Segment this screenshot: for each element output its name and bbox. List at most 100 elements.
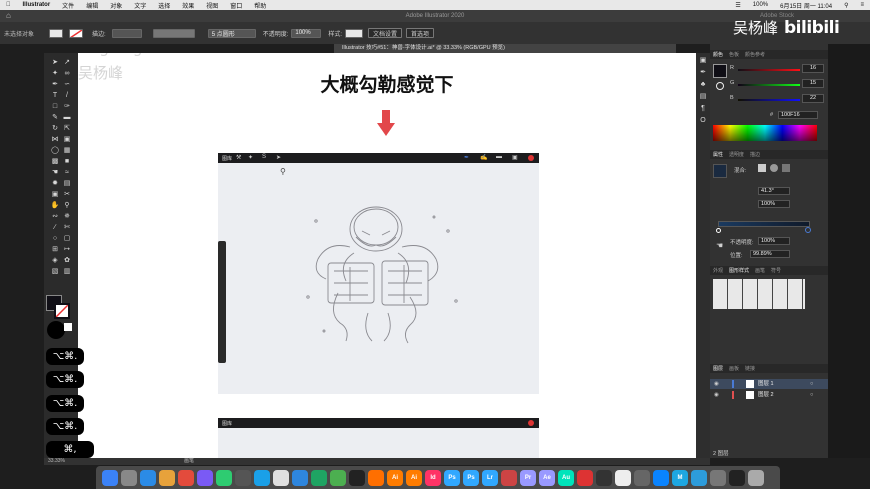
color-stroke-swatch[interactable]	[716, 82, 724, 90]
preferences-button[interactable]: 首选项	[406, 28, 435, 38]
dock-app-icon[interactable]	[691, 469, 707, 486]
tab-color-guide[interactable]: 颜色参考	[742, 51, 768, 58]
stroke-weight-field[interactable]	[111, 28, 142, 38]
dock-app-icon[interactable]	[330, 469, 346, 486]
align-panel-icon[interactable]: ▤	[698, 93, 708, 101]
menu-select[interactable]: 选择	[152, 1, 176, 10]
layer-name[interactable]: 图层 1	[758, 379, 774, 389]
puppet-warp-icon[interactable]: ✵	[62, 213, 72, 221]
dock-app-icon[interactable]	[159, 469, 175, 486]
color-spectrum[interactable]	[713, 125, 817, 141]
document-tab[interactable]: Illustrator 技巧#51：神兽-字体设计.ai* @ 33.33% (…	[334, 44, 676, 53]
hex-field[interactable]: 100F16	[778, 111, 818, 119]
paragraph-icon[interactable]: ¶	[698, 105, 708, 113]
tab-properties[interactable]: 属性	[710, 151, 726, 158]
variable-width-field[interactable]	[152, 28, 195, 38]
dock-app-icon[interactable]: Ps	[444, 469, 460, 486]
hand-tool-icon[interactable]: ✋	[50, 202, 60, 210]
artboard-tool-icon[interactable]: ▣	[50, 191, 60, 199]
gradient-type-radial-icon[interactable]	[770, 164, 778, 172]
b-value[interactable]: 22	[802, 94, 824, 103]
eyedropper-icon[interactable]: ☚	[50, 169, 60, 177]
pen-tool-icon[interactable]: ✒	[50, 81, 60, 89]
dock-app-icon[interactable]	[235, 469, 251, 486]
dock-app-icon[interactable]: Ai	[406, 469, 422, 486]
target-icon[interactable]: ○	[810, 379, 813, 389]
tab-links[interactable]: 链接	[742, 365, 758, 372]
r-slider[interactable]	[738, 69, 800, 71]
menu-list-icon[interactable]: ≡	[854, 2, 870, 8]
tab-stroke[interactable]: 描边	[747, 151, 763, 158]
tab-brushes[interactable]: 画笔	[752, 267, 768, 274]
target-icon[interactable]: ○	[810, 390, 813, 400]
menu-type[interactable]: 文字	[128, 1, 152, 10]
artboard-canvas[interactable]: wuyangfeng 吴杨峰 大概勾勒感觉下 图库 ⚒ ✦ S ➤ ✒ ✍ ▬ …	[78, 53, 696, 458]
rounded-rect-icon[interactable]: ▢	[62, 235, 72, 243]
pencil-icon[interactable]: ✎	[50, 114, 60, 122]
blend-tool-icon[interactable]: ≈	[62, 169, 72, 177]
dock-app-icon[interactable]: Ps	[463, 469, 479, 486]
gradient-preview[interactable]	[713, 164, 727, 178]
dock-app-icon[interactable]	[748, 469, 764, 486]
location-field[interactable]: 99.89%	[750, 250, 790, 258]
gradient-bar[interactable]	[718, 221, 810, 227]
r-value[interactable]: 16	[802, 64, 824, 73]
warp-tool-icon[interactable]: ∾	[50, 213, 60, 221]
ellipse-tool-icon[interactable]: ○	[50, 235, 60, 243]
dock-app-icon[interactable]: M	[672, 469, 688, 486]
style-select[interactable]	[345, 28, 364, 38]
stroke-swatch[interactable]	[69, 28, 84, 38]
stroke-color-swatch[interactable]	[54, 303, 70, 319]
dock-app-icon[interactable]	[140, 469, 156, 486]
dock-app-icon[interactable]	[121, 469, 137, 486]
fill-swatch[interactable]	[49, 28, 64, 38]
paintbrush-icon[interactable]: ✑	[62, 103, 72, 111]
curvature-icon[interactable]: ∽	[62, 81, 72, 89]
dock-app-icon[interactable]	[197, 469, 213, 486]
opacity-field-2[interactable]: 100%	[758, 237, 790, 245]
g-slider[interactable]	[738, 84, 800, 86]
type-tool-icon[interactable]: T	[50, 92, 60, 100]
zoom-level[interactable]: 33.33%	[48, 458, 65, 464]
magic-wand-icon[interactable]: ✦	[50, 70, 60, 78]
dock-app-icon[interactable]	[596, 469, 612, 486]
dock-app-icon[interactable]	[178, 469, 194, 486]
menu-edit[interactable]: 编辑	[80, 1, 104, 10]
measure-icon[interactable]: ↦	[62, 246, 72, 254]
scale-field[interactable]: 100%	[758, 200, 790, 208]
search-icon[interactable]: ⚲	[838, 2, 854, 9]
symbols-panel-icon[interactable]: ♣	[698, 81, 708, 89]
layer-name[interactable]: 图层 2	[758, 390, 774, 400]
brushes-panel-icon[interactable]: ✒	[698, 69, 708, 77]
dock-app-icon[interactable]	[102, 469, 118, 486]
angle-field[interactable]: 41.3°	[758, 187, 790, 195]
gradient-tool-icon[interactable]: ■	[62, 158, 72, 166]
dock-app-icon[interactable]	[710, 469, 726, 486]
gradient-type-linear-icon[interactable]	[758, 164, 766, 172]
dock-app-icon[interactable]: Ae	[539, 469, 555, 486]
dock-app-icon[interactable]	[254, 469, 270, 486]
artboard-nav-icon[interactable]: ▧	[50, 268, 60, 276]
visibility-eye-icon[interactable]: ◉	[714, 379, 719, 389]
visibility-eye-icon[interactable]: ◉	[714, 390, 719, 400]
perspective-grid-icon[interactable]: ▦	[62, 147, 72, 155]
menu-object[interactable]: 对象	[104, 1, 128, 10]
dock-app-icon[interactable]	[216, 469, 232, 486]
gradient-type-freeform-icon[interactable]	[782, 164, 790, 172]
direct-selection-tool-icon[interactable]: ↗	[62, 59, 72, 67]
dock-app-icon[interactable]: Au	[558, 469, 574, 486]
selection-tool-icon[interactable]: ➤	[50, 59, 60, 67]
gradient-stop-left[interactable]	[716, 228, 721, 233]
menu-file[interactable]: 文件	[56, 1, 80, 10]
eraser-icon[interactable]: ▬	[62, 114, 72, 122]
wifi-icon[interactable]: ☰	[729, 2, 746, 9]
crop-image-icon[interactable]: ⊞	[50, 246, 60, 254]
knife-icon[interactable]: ∕	[50, 224, 60, 232]
b-slider[interactable]	[738, 99, 800, 101]
tab-symbols[interactable]: 符号	[768, 267, 784, 274]
menu-app-name[interactable]: Illustrator	[17, 2, 57, 8]
scissors-icon[interactable]: ✄	[62, 224, 72, 232]
tab-artboards[interactable]: 画板	[726, 365, 742, 372]
tab-appearance[interactable]: 外观	[710, 267, 726, 274]
zoom-tool-icon[interactable]: ⚲	[62, 202, 72, 210]
